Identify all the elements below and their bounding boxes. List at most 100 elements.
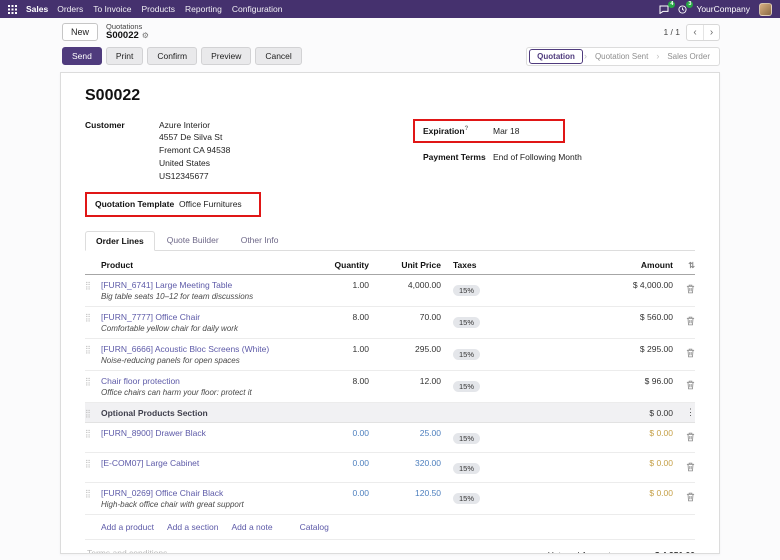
- delete-line-icon[interactable]: [673, 344, 695, 363]
- product-cell[interactable]: [E-COM07] Large Cabinet: [101, 458, 309, 468]
- record-name[interactable]: S00022: [106, 31, 139, 41]
- product-name-link[interactable]: [FURN_8900] Drawer Black: [101, 428, 309, 438]
- pager-previous-icon[interactable]: ‹: [687, 25, 703, 40]
- record-settings-gear-icon[interactable]: ⚙: [142, 32, 149, 41]
- product-name-link[interactable]: Chair floor protection: [101, 376, 309, 386]
- pager-next-icon[interactable]: ›: [703, 25, 719, 40]
- product-cell[interactable]: [FURN_7777] Office ChairComfortable yell…: [101, 312, 309, 333]
- delete-line-icon[interactable]: [673, 280, 695, 299]
- tax-badge[interactable]: 15%: [453, 381, 480, 392]
- product-cell[interactable]: Chair floor protectionOffice chairs can …: [101, 376, 309, 397]
- product-name-link[interactable]: [FURN_7777] Office Chair: [101, 312, 309, 322]
- order-line-row[interactable]: ⣿[FURN_6666] Acoustic Bloc Screens (Whit…: [85, 339, 695, 371]
- user-avatar[interactable]: [759, 3, 772, 16]
- unit-price-cell[interactable]: 70.00: [369, 312, 441, 322]
- kebab-menu-icon[interactable]: ⋮: [673, 407, 695, 418]
- product-name-link[interactable]: [FURN_6666] Acoustic Bloc Screens (White…: [101, 344, 309, 354]
- order-line-row[interactable]: ⣿[FURN_0269] Office Chair BlackHigh-back…: [85, 483, 695, 515]
- confirm-button[interactable]: Confirm: [147, 47, 197, 65]
- apps-grid-icon[interactable]: [8, 5, 17, 14]
- optional-columns-icon[interactable]: ⇅: [673, 261, 695, 270]
- tax-badge[interactable]: 15%: [453, 493, 480, 504]
- send-button[interactable]: Send: [62, 47, 102, 65]
- payment-terms-value[interactable]: End of Following Month: [493, 151, 582, 164]
- quantity-cell[interactable]: 0.00: [309, 458, 369, 468]
- customer-name-link[interactable]: Azure Interior: [159, 120, 210, 130]
- quantity-cell[interactable]: 0.00: [309, 428, 369, 438]
- menu-configuration[interactable]: Configuration: [232, 4, 283, 14]
- taxes-cell[interactable]: 15%: [441, 280, 587, 298]
- menu-orders[interactable]: Orders: [57, 4, 83, 14]
- cancel-button[interactable]: Cancel: [255, 47, 301, 65]
- unit-price-cell[interactable]: 25.00: [369, 428, 441, 438]
- product-name-link[interactable]: [E-COM07] Large Cabinet: [101, 458, 309, 468]
- activities-icon[interactable]: 3: [678, 5, 687, 14]
- catalog-link[interactable]: Catalog: [300, 522, 329, 532]
- quantity-cell[interactable]: 8.00: [309, 376, 369, 386]
- tax-badge[interactable]: 15%: [453, 433, 480, 444]
- unit-price-cell[interactable]: 295.00: [369, 344, 441, 354]
- drag-handle-icon[interactable]: ⣿: [85, 428, 101, 438]
- taxes-cell[interactable]: 15%: [441, 458, 587, 476]
- preview-button[interactable]: Preview: [201, 47, 251, 65]
- quantity-cell[interactable]: 1.00: [309, 280, 369, 290]
- print-button[interactable]: Print: [106, 47, 143, 65]
- quotation-template-value[interactable]: Office Furnitures: [179, 198, 242, 211]
- taxes-cell[interactable]: 15%: [441, 376, 587, 394]
- quotation-title[interactable]: S00022: [85, 87, 695, 105]
- menu-reporting[interactable]: Reporting: [185, 4, 222, 14]
- drag-handle-icon[interactable]: ⣿: [85, 312, 101, 322]
- quantity-cell[interactable]: 8.00: [309, 312, 369, 322]
- tax-badge[interactable]: 15%: [453, 349, 480, 360]
- delete-line-icon[interactable]: [673, 376, 695, 395]
- order-line-row[interactable]: ⣿[E-COM07] Large Cabinet0.00320.0015%$ 0…: [85, 453, 695, 483]
- messages-icon[interactable]: 4: [659, 5, 669, 14]
- product-cell[interactable]: [FURN_6666] Acoustic Bloc Screens (White…: [101, 344, 309, 365]
- quantity-cell[interactable]: 0.00: [309, 488, 369, 498]
- drag-handle-icon[interactable]: ⣿: [85, 458, 101, 468]
- statusbar-step-sales-order[interactable]: Sales Order: [660, 50, 717, 63]
- tax-badge[interactable]: 15%: [453, 463, 480, 474]
- delete-line-icon[interactable]: [673, 428, 695, 447]
- order-line-row[interactable]: ⣿[FURN_7777] Office ChairComfortable yel…: [85, 307, 695, 339]
- company-name[interactable]: YourCompany: [696, 4, 750, 14]
- new-button[interactable]: New: [62, 23, 98, 41]
- delete-line-icon[interactable]: [673, 458, 695, 477]
- taxes-cell[interactable]: 15%: [441, 344, 587, 362]
- drag-handle-icon[interactable]: ⣿: [85, 280, 101, 290]
- menu-products[interactable]: Products: [141, 4, 175, 14]
- drag-handle-icon[interactable]: ⣿: [85, 408, 101, 418]
- drag-handle-icon[interactable]: ⣿: [85, 344, 101, 354]
- taxes-cell[interactable]: 15%: [441, 312, 587, 330]
- tax-badge[interactable]: 15%: [453, 285, 480, 296]
- tab-quote-builder[interactable]: Quote Builder: [157, 231, 229, 251]
- delete-line-icon[interactable]: [673, 312, 695, 331]
- delete-line-icon[interactable]: [673, 488, 695, 507]
- order-line-row[interactable]: ⣿[FURN_8900] Drawer Black0.0025.0015%$ 0…: [85, 423, 695, 453]
- drag-handle-icon[interactable]: ⣿: [85, 376, 101, 386]
- quantity-cell[interactable]: 1.00: [309, 344, 369, 354]
- tax-badge[interactable]: 15%: [453, 317, 480, 328]
- add-a-product-link[interactable]: Add a product: [101, 522, 154, 532]
- terms-and-conditions-input[interactable]: Terms and conditions...: [85, 548, 174, 554]
- unit-price-cell[interactable]: 120.50: [369, 488, 441, 498]
- taxes-cell[interactable]: 15%: [441, 488, 587, 506]
- product-cell[interactable]: [FURN_0269] Office Chair BlackHigh-back …: [101, 488, 309, 509]
- taxes-cell[interactable]: 15%: [441, 428, 587, 446]
- product-cell[interactable]: [FURN_8900] Drawer Black: [101, 428, 309, 438]
- add-a-section-link[interactable]: Add a section: [167, 522, 219, 532]
- statusbar-step-quotation-sent[interactable]: Quotation Sent: [588, 50, 655, 63]
- product-cell[interactable]: [FURN_6741] Large Meeting TableBig table…: [101, 280, 309, 301]
- section-row[interactable]: ⣿Optional Products Section$ 0.00⋮: [85, 403, 695, 423]
- drag-handle-icon[interactable]: ⣿: [85, 488, 101, 498]
- order-line-row[interactable]: ⣿Chair floor protectionOffice chairs can…: [85, 371, 695, 403]
- expiration-value[interactable]: Mar 18: [493, 125, 519, 138]
- unit-price-cell[interactable]: 320.00: [369, 458, 441, 468]
- statusbar-step-quotation[interactable]: Quotation: [529, 49, 583, 64]
- product-name-link[interactable]: [FURN_0269] Office Chair Black: [101, 488, 309, 498]
- tab-order-lines[interactable]: Order Lines: [85, 231, 155, 251]
- order-line-row[interactable]: ⣿[FURN_6741] Large Meeting TableBig tabl…: [85, 275, 695, 307]
- add-a-note-link[interactable]: Add a note: [231, 522, 272, 532]
- product-name-link[interactable]: [FURN_6741] Large Meeting Table: [101, 280, 309, 290]
- menu-to-invoice[interactable]: To Invoice: [93, 4, 131, 14]
